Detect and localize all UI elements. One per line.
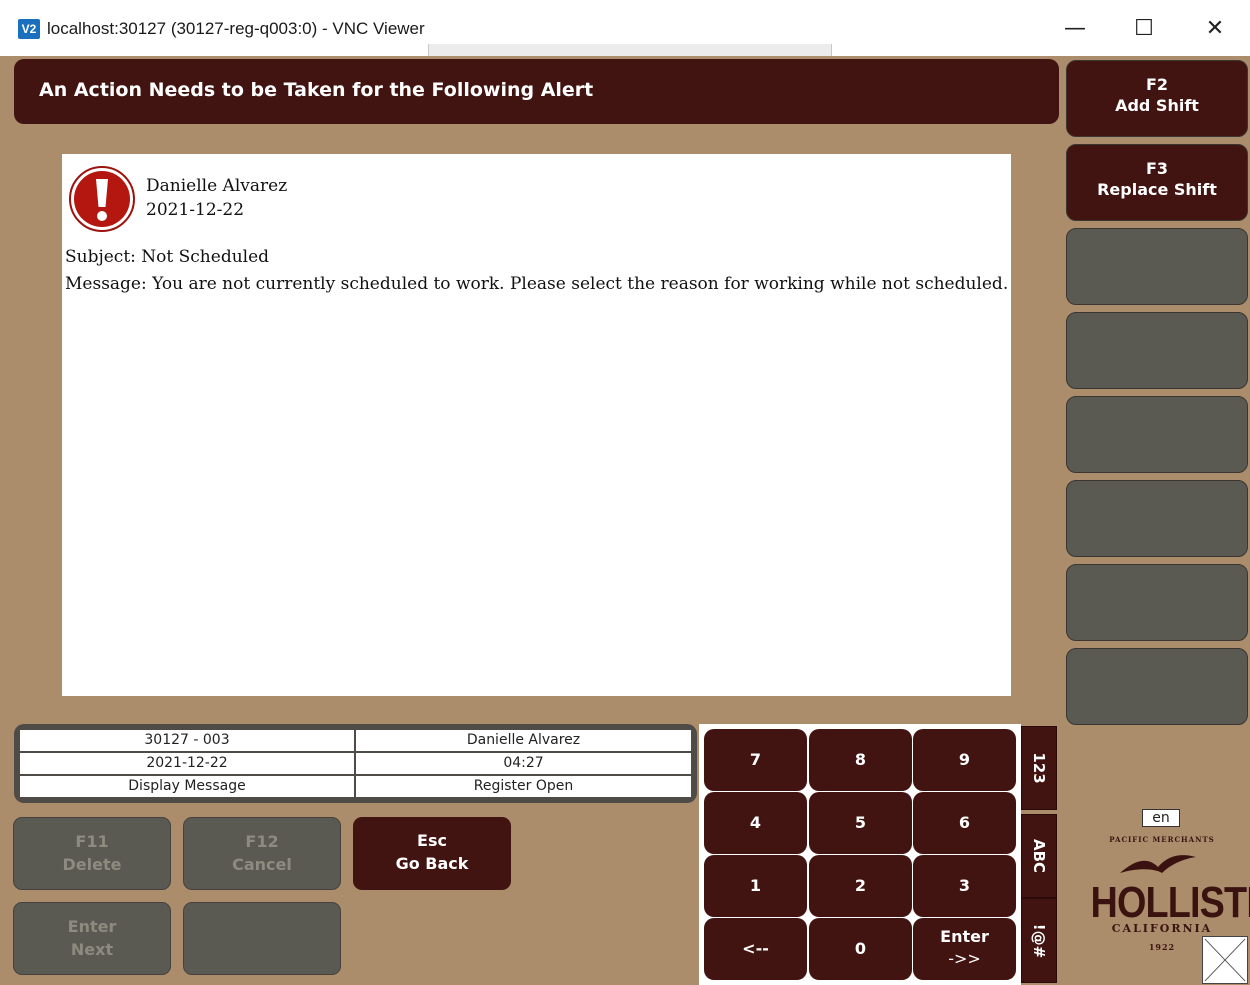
keypad-key-7[interactable]: 7 bbox=[704, 729, 807, 791]
keypad-key-4[interactable]: 4 bbox=[704, 792, 807, 854]
exclamation-icon bbox=[69, 166, 135, 232]
keypad-key-9[interactable]: 9 bbox=[913, 729, 1016, 791]
page-title: An Action Needs to be Taken for the Foll… bbox=[39, 79, 594, 101]
alert-message: Message: You are not currently scheduled… bbox=[65, 274, 1009, 294]
f3-action-label: Replace Shift bbox=[1097, 180, 1217, 199]
mode-symbols-label: !@# bbox=[1030, 923, 1048, 958]
brand-logo-text: HOLLISTER bbox=[1090, 878, 1250, 927]
alert-date: 2021-12-22 bbox=[146, 200, 245, 220]
f11-action-label: Delete bbox=[62, 855, 122, 874]
minimize-button[interactable]: — bbox=[1052, 14, 1098, 44]
f2-key-label: F2 bbox=[1145, 75, 1169, 94]
close-box-icon[interactable] bbox=[1202, 936, 1248, 984]
f12-cancel-button[interactable]: F12 Cancel bbox=[183, 817, 341, 890]
numeric-keypad: 7 8 9 4 5 6 1 2 3 <-- 0 Enter ->> bbox=[699, 724, 1021, 985]
keypad-enter-key[interactable]: Enter ->> bbox=[913, 918, 1016, 980]
keypad-key-5[interactable]: 5 bbox=[809, 792, 912, 854]
keypad-key-2[interactable]: 2 bbox=[809, 855, 912, 917]
keypad-enter-arrow: ->> bbox=[948, 949, 981, 968]
keypad-mode-numeric-tab[interactable]: 123 bbox=[1021, 726, 1057, 810]
empty-action-button[interactable] bbox=[183, 902, 341, 975]
function-key-empty[interactable] bbox=[1066, 564, 1248, 641]
seagull-logo-icon bbox=[1120, 855, 1196, 873]
status-panel: 30127 - 003 Danielle Alvarez 2021-12-22 … bbox=[14, 724, 697, 803]
f2-add-shift-button[interactable]: F2 Add Shift bbox=[1066, 60, 1248, 137]
keypad-enter-label: Enter bbox=[940, 927, 989, 946]
enter-next-button[interactable]: Enter Next bbox=[13, 902, 171, 975]
f11-key-label: F11 bbox=[75, 832, 109, 851]
enter-action-label: Next bbox=[70, 940, 114, 959]
window-title: localhost:30127 (30127-reg-q003:0) - VNC… bbox=[47, 19, 425, 38]
function-key-empty[interactable] bbox=[1066, 312, 1248, 389]
function-key-empty[interactable] bbox=[1066, 480, 1248, 557]
keypad-backspace-key[interactable]: <-- bbox=[704, 918, 807, 980]
function-key-empty[interactable] bbox=[1066, 396, 1248, 473]
esc-key-label: Esc bbox=[417, 831, 447, 850]
f3-replace-shift-button[interactable]: F3 Replace Shift bbox=[1066, 144, 1248, 221]
function-key-empty[interactable] bbox=[1066, 648, 1248, 725]
brand-region: CALIFORNIA bbox=[1111, 922, 1213, 935]
f12-action-label: Cancel bbox=[232, 855, 292, 874]
register-status: Register Open bbox=[356, 776, 691, 797]
window-titlebar: V2 localhost:30127 (30127-reg-q003:0) - … bbox=[0, 0, 1250, 57]
keypad-mode-symbols-tab[interactable]: !@# bbox=[1021, 898, 1057, 983]
language-selector[interactable]: en bbox=[1142, 809, 1180, 827]
brand-tagline: PACIFIC MERCHANTS bbox=[1109, 835, 1215, 844]
esc-action-label: Go Back bbox=[395, 854, 469, 873]
keypad-key-0[interactable]: 0 bbox=[809, 918, 912, 980]
alert-sender-name: Danielle Alvarez bbox=[146, 176, 288, 196]
maximize-button[interactable]: ☐ bbox=[1121, 14, 1167, 44]
vnc-viewer-icon: V2 bbox=[18, 19, 40, 39]
keypad-key-6[interactable]: 6 bbox=[913, 792, 1016, 854]
keypad-key-3[interactable]: 3 bbox=[913, 855, 1016, 917]
pos-app: An Action Needs to be Taken for the Foll… bbox=[0, 56, 1250, 985]
keypad-mode-alpha-tab[interactable]: ABC bbox=[1021, 814, 1057, 898]
alert-subject: Subject: Not Scheduled bbox=[65, 247, 270, 267]
status-time: 04:27 bbox=[356, 753, 691, 774]
keypad-key-1[interactable]: 1 bbox=[704, 855, 807, 917]
status-date: 2021-12-22 bbox=[20, 753, 354, 774]
f3-key-label: F3 bbox=[1145, 159, 1169, 178]
enter-key-label: Enter bbox=[67, 917, 117, 936]
f11-delete-button[interactable]: F11 Delete bbox=[13, 817, 171, 890]
alert-header: An Action Needs to be Taken for the Foll… bbox=[14, 59, 1059, 124]
alert-message-panel: Danielle Alvarez 2021-12-22 Subject: Not… bbox=[62, 154, 1011, 696]
esc-go-back-button[interactable]: Esc Go Back bbox=[353, 817, 511, 890]
function-key-empty[interactable] bbox=[1066, 228, 1248, 305]
store-register-id: 30127 - 003 bbox=[20, 730, 354, 751]
keypad-key-8[interactable]: 8 bbox=[809, 729, 912, 791]
close-window-button[interactable]: ✕ bbox=[1192, 14, 1238, 44]
status-mode: Display Message bbox=[20, 776, 354, 797]
mode-numeric-label: 123 bbox=[1030, 752, 1048, 784]
f12-key-label: F12 bbox=[245, 832, 279, 851]
mode-alpha-label: ABC bbox=[1030, 838, 1048, 874]
f2-action-label: Add Shift bbox=[1115, 96, 1199, 115]
employee-name: Danielle Alvarez bbox=[356, 730, 691, 751]
